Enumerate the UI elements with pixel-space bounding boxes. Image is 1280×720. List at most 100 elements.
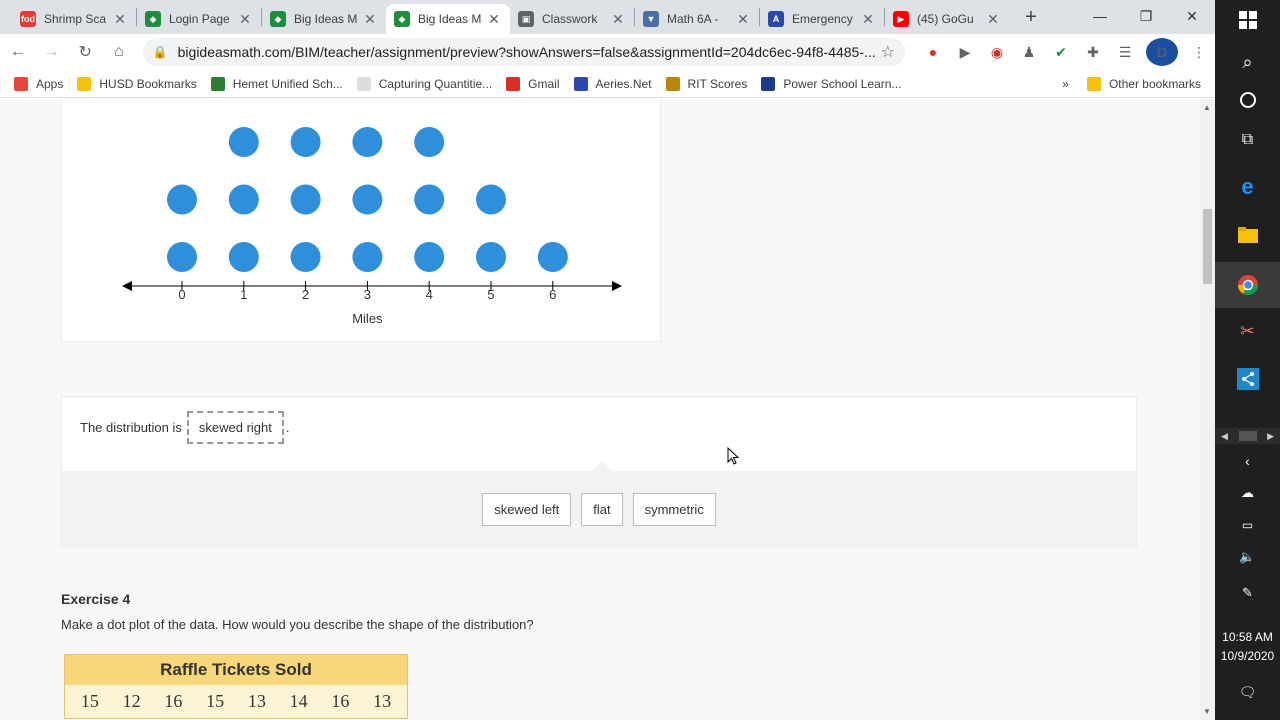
extension-person-icon[interactable]: ♟ (1013, 38, 1045, 66)
reading-list-icon[interactable]: ☰ (1109, 38, 1141, 66)
tab-close-icon[interactable]: ✕ (237, 11, 253, 28)
browser-tab[interactable]: ▣ Classwork ✕ (510, 4, 634, 34)
browser-tab[interactable]: ◆ Big Ideas M ✕ (262, 4, 386, 34)
chrome-taskbar-icon[interactable] (1215, 262, 1280, 308)
snipping-tool-icon[interactable]: ✂ (1215, 318, 1280, 344)
reload-icon[interactable]: ↻ (69, 36, 101, 68)
data-dot (537, 242, 568, 272)
data-dot (476, 184, 506, 215)
scroll-up-icon[interactable]: ▲ (1203, 103, 1211, 112)
data-dot (290, 184, 321, 215)
browser-tab[interactable]: ◆ Big Ideas M ✕ (386, 4, 510, 34)
bookmark-item[interactable]: Aeries.Net (573, 76, 652, 91)
data-dot (352, 242, 383, 272)
data-dot (167, 242, 197, 272)
answer-option-chip[interactable]: skewed left (482, 493, 572, 526)
forward-icon[interactable]: → (36, 36, 68, 68)
data-dot (228, 184, 259, 215)
answer-drop-zone[interactable]: skewed right (186, 411, 284, 444)
tray-right-icon[interactable]: ▶ (1267, 431, 1274, 442)
windows-start-icon[interactable] (1215, 8, 1280, 32)
tab-close-icon[interactable]: ✕ (610, 11, 626, 28)
task-view-icon[interactable]: ⧉ (1215, 128, 1280, 152)
raffle-table-cell: 13 (247, 691, 266, 711)
raffle-table-cell: 13 (373, 691, 392, 711)
restore-icon[interactable]: ❐ (1123, 0, 1169, 32)
profile-avatar[interactable]: D (1146, 38, 1178, 66)
tab-close-icon[interactable]: ✕ (860, 11, 876, 28)
menu-kebab-icon[interactable]: ⋮ (1183, 38, 1215, 66)
tick-label: 1 (240, 287, 247, 302)
onedrive-cloud-icon[interactable]: ☁ (1215, 484, 1280, 502)
bookmark-item[interactable]: HUSD Bookmarks (77, 76, 197, 91)
bookmark-item[interactable]: RIT Scores (665, 76, 747, 91)
battery-icon[interactable]: ▭ (1215, 516, 1280, 534)
bookmark-item[interactable]: Hemet Unified Sch... (210, 76, 343, 91)
tab-close-icon[interactable]: ✕ (112, 11, 128, 28)
tab-favicon-icon: ▶ (893, 11, 909, 27)
url-text[interactable]: bigideasmath.com/BIM/teacher/assignment/… (178, 44, 881, 60)
lock-icon[interactable]: 🔒 (153, 45, 168, 59)
search-icon[interactable]: ⌕ (1215, 50, 1280, 74)
extensions-puzzle-icon[interactable]: ✚ (1077, 38, 1109, 66)
sentence-prefix: The distribution is (80, 420, 182, 435)
extension-off-icon[interactable]: ● (917, 38, 949, 66)
edge-icon[interactable]: e (1215, 174, 1280, 200)
tab-close-icon[interactable]: ✕ (486, 11, 502, 28)
more-bookmarks-chevron-icon[interactable]: » (1062, 77, 1069, 91)
page-scrollbar[interactable]: ▲ ▼ (1200, 99, 1215, 720)
bookmark-label: Hemet Unified Sch... (232, 76, 343, 91)
show-hidden-icons-chevron[interactable]: ‹ (1215, 452, 1280, 470)
bookmark-item[interactable]: Apps (14, 76, 64, 91)
tray-left-icon[interactable]: ◀ (1221, 431, 1228, 442)
bookmark-item[interactable]: Power School Learn... (761, 76, 902, 91)
tab-close-icon[interactable]: ✕ (985, 11, 1001, 28)
extension-check-icon[interactable]: ✔ (1045, 38, 1077, 66)
axis-left-arrow-icon (122, 281, 132, 291)
browser-tab[interactable]: fod Shrimp Sca ✕ (12, 4, 136, 34)
browser-tab[interactable]: ▼ Math 6A - ✕ (635, 4, 759, 34)
tray-scroll-thumb[interactable] (1238, 431, 1257, 441)
bookmark-item[interactable]: Capturing Quantitie... (356, 76, 493, 91)
close-window-icon[interactable]: ✕ (1169, 0, 1215, 32)
back-icon[interactable]: ← (2, 36, 34, 68)
data-dot (228, 127, 259, 157)
extension-play-icon[interactable]: ▶ (949, 38, 981, 66)
file-explorer-icon[interactable] (1215, 222, 1280, 248)
address-bar[interactable]: 🔒 bigideasmath.com/BIM/teacher/assignmen… (142, 38, 905, 66)
bookmark-label: Apps (36, 76, 64, 91)
raffle-table-row: 15 12 16 15 13 14 16 13 (65, 685, 407, 718)
bookmark-favicon-icon (77, 76, 92, 91)
scrollbar-thumb[interactable] (1203, 209, 1212, 284)
volume-icon[interactable]: 🔈 (1215, 548, 1280, 566)
browser-tab[interactable]: A Emergency ✕ (760, 4, 884, 34)
bookmark-item[interactable]: Gmail (506, 76, 560, 91)
new-tab-icon[interactable]: + (1017, 3, 1045, 31)
home-icon[interactable]: ⌂ (103, 36, 135, 68)
scroll-down-icon[interactable]: ▼ (1203, 707, 1211, 716)
extension-record-icon[interactable]: ◉ (981, 38, 1013, 66)
data-dot (352, 127, 383, 157)
bank-pointer (592, 461, 612, 471)
tray-scroll[interactable]: ◀ ▶ (1215, 428, 1280, 444)
bookmark-star-icon[interactable]: ☆ (881, 42, 895, 62)
data-dot (167, 184, 197, 215)
other-bookmarks[interactable]: Other bookmarks (1086, 76, 1201, 91)
minimize-icon[interactable]: — (1077, 0, 1123, 32)
share-app-icon[interactable] (1215, 366, 1280, 392)
browser-tab[interactable]: ▶ (45) GoGu ✕ (885, 4, 1009, 34)
pen-icon[interactable]: ✎ (1215, 584, 1280, 602)
notifications-icon[interactable]: 🗨 (1215, 682, 1280, 702)
taskbar-clock[interactable]: 10:58 AM 10/9/2020 (1215, 628, 1280, 666)
tab-title: (45) GoGu (917, 12, 974, 26)
tick-label: 0 (178, 287, 185, 302)
bookmark-label: Capturing Quantitie... (378, 76, 493, 91)
tab-close-icon[interactable]: ✕ (735, 11, 751, 28)
tick-label: 4 (426, 287, 433, 302)
answer-option-chip[interactable]: symmetric (632, 493, 716, 526)
browser-tab[interactable]: ◆ Login Page ✕ (137, 4, 261, 34)
bookmark-label: Power School Learn... (783, 76, 902, 91)
tab-close-icon[interactable]: ✕ (362, 11, 378, 28)
answer-option-chip[interactable]: flat (581, 493, 623, 526)
cortana-icon[interactable] (1215, 88, 1280, 112)
